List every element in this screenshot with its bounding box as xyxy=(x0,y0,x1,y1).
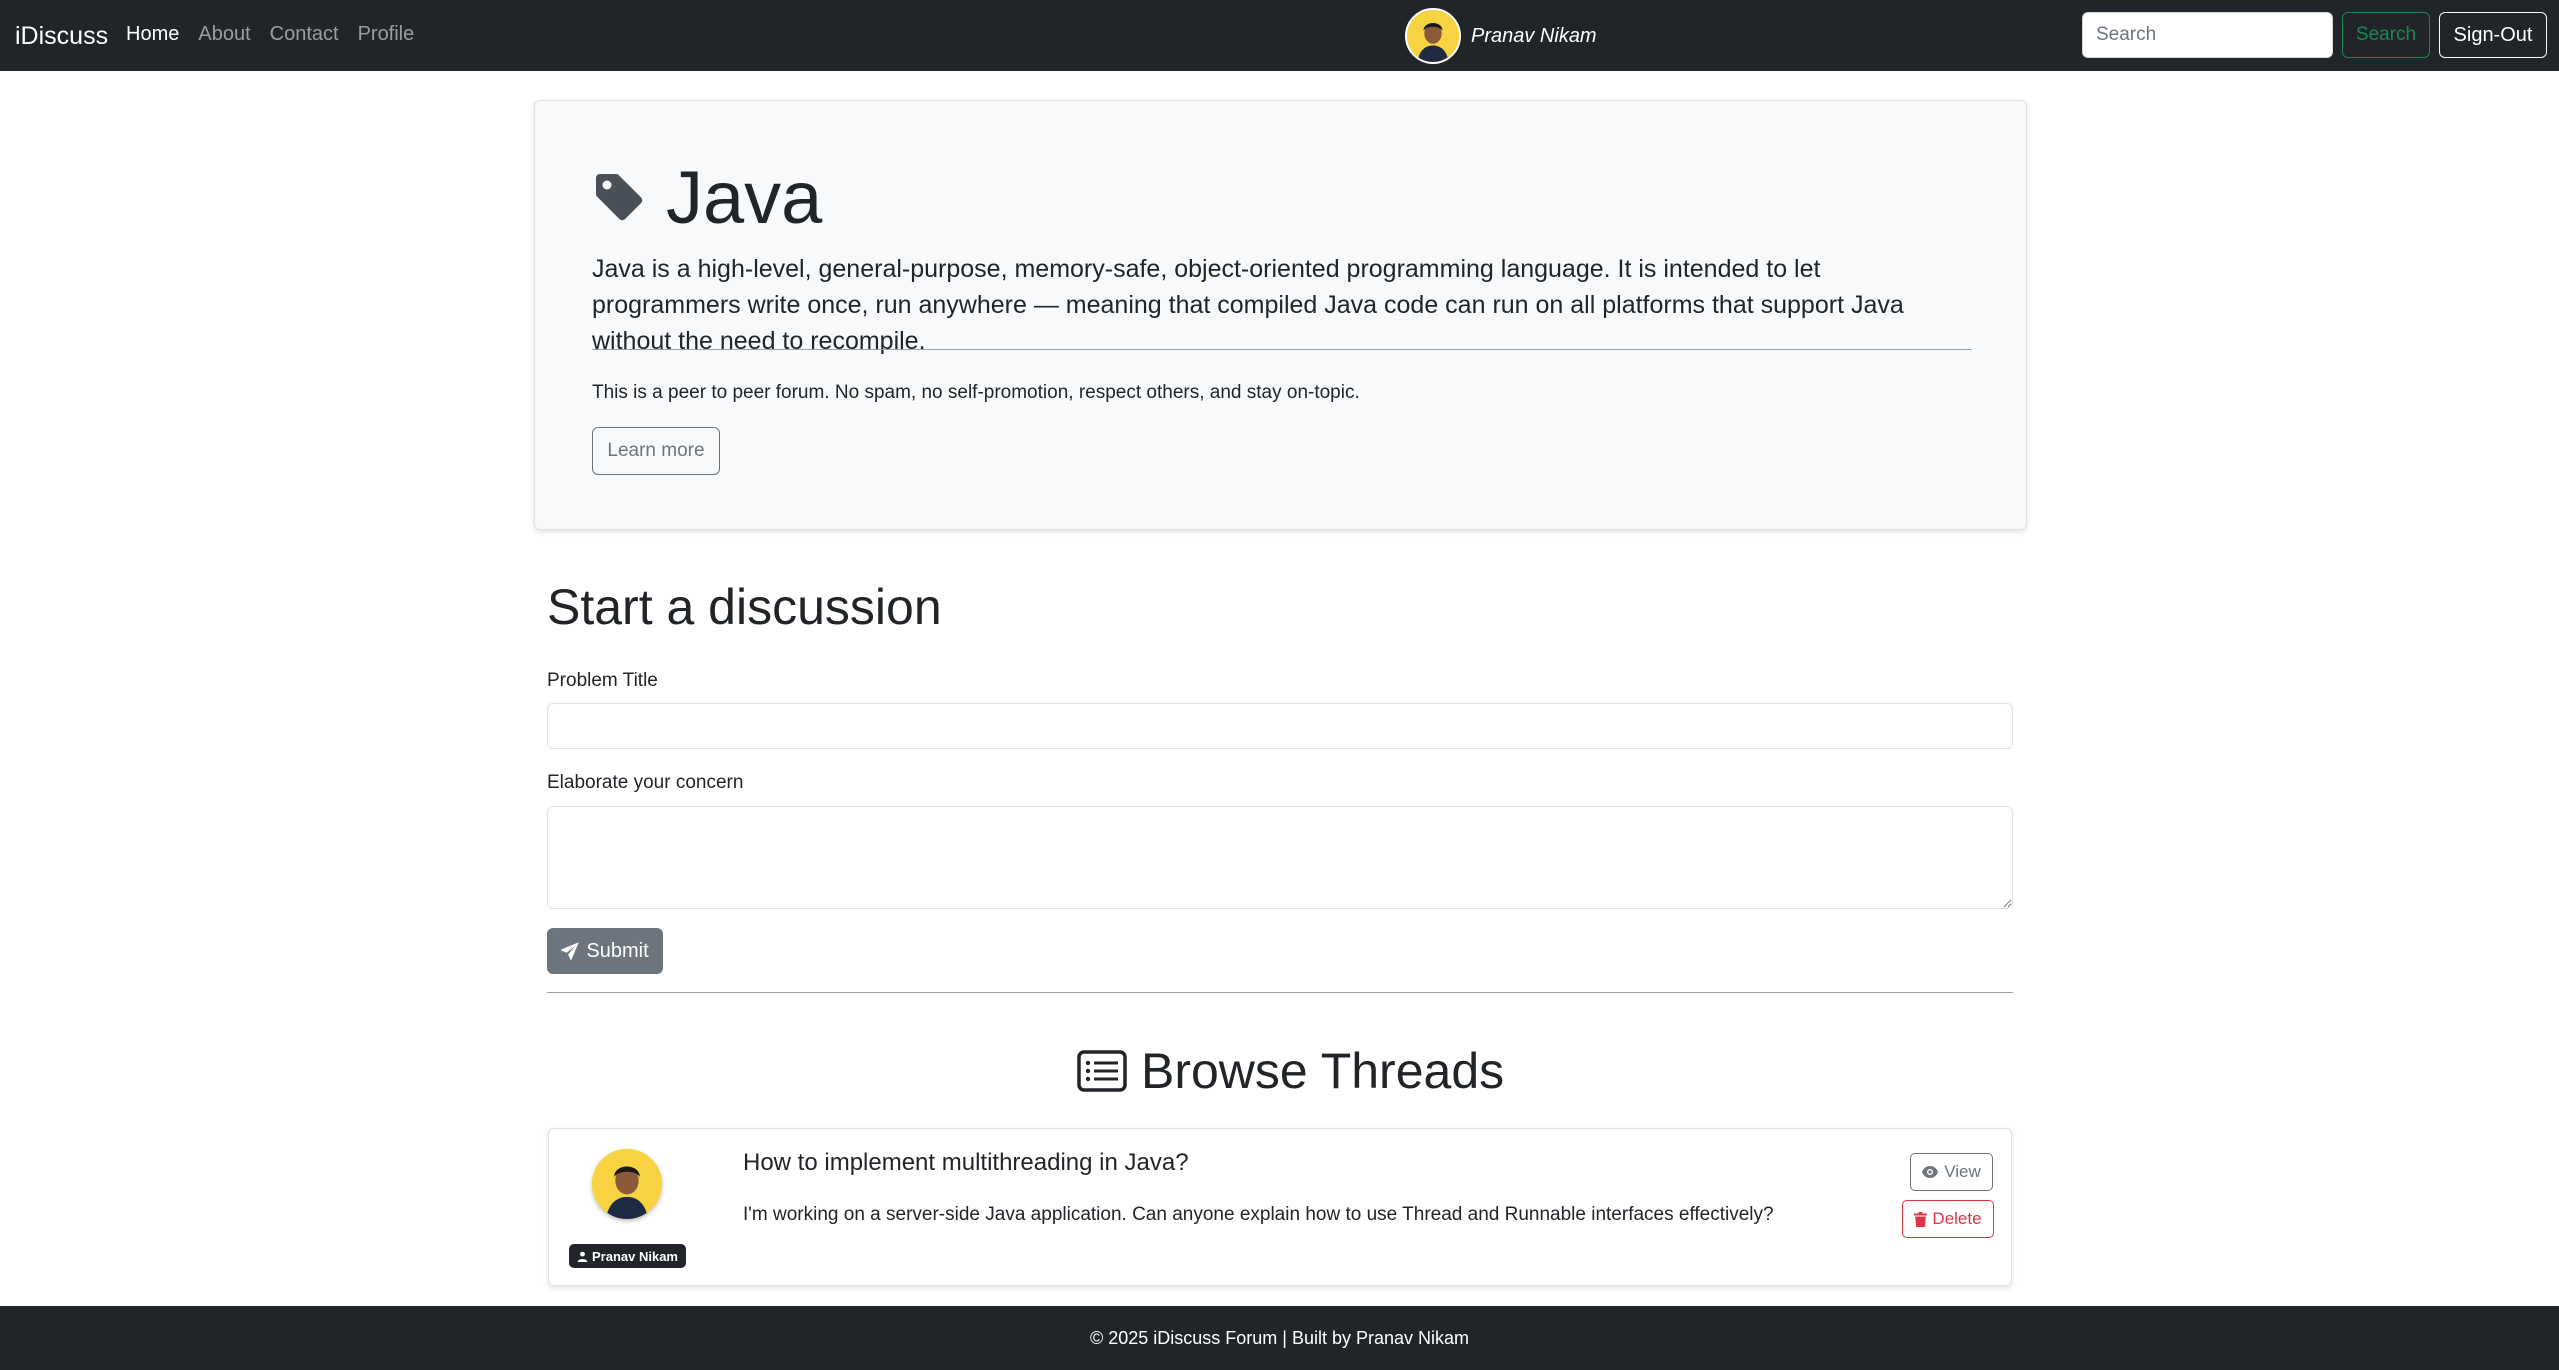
threads-heading-text: Browse Threads xyxy=(1141,1043,1505,1099)
concern-label: Elaborate your concern xyxy=(547,772,744,793)
category-description: Java is a high-level, general-purpose, m… xyxy=(592,255,1904,355)
divider xyxy=(547,992,2013,993)
nav-link-home[interactable]: Home xyxy=(126,23,179,46)
signout-button[interactable]: Sign-Out xyxy=(2439,12,2547,58)
thread-body: I'm working on a server-side Java applic… xyxy=(743,1204,1774,1225)
person-icon xyxy=(577,1251,588,1262)
category-jumbotron: Java Java is a high-level, general-purpo… xyxy=(534,100,2027,530)
footer: © 2025 iDiscuss Forum | Built by Pranav … xyxy=(0,1306,2559,1370)
nav-username: Pranav Nikam xyxy=(1471,24,1597,47)
nav-link-contact[interactable]: Contact xyxy=(270,23,339,46)
eye-icon xyxy=(1922,1166,1939,1178)
brand-logo[interactable]: iDiscuss xyxy=(15,22,108,51)
nav-links: Home About Contact Profile xyxy=(126,23,414,46)
nav-link-profile[interactable]: Profile xyxy=(358,23,415,46)
submit-label: Submit xyxy=(586,939,649,962)
thread-author-avatar-icon xyxy=(592,1149,662,1219)
thread-card: Pranav Nikam How to implement multithrea… xyxy=(548,1128,2012,1286)
problem-title-input[interactable] xyxy=(547,703,2013,749)
thread-author-badge: Pranav Nikam xyxy=(569,1244,686,1268)
paper-plane-icon xyxy=(561,942,580,960)
user-avatar-icon xyxy=(1405,8,1461,64)
submit-button[interactable]: Submit xyxy=(547,928,663,974)
divider xyxy=(592,349,1972,350)
thread-title[interactable]: How to implement multithreading in Java? xyxy=(743,1149,1189,1177)
search-button[interactable]: Search xyxy=(2342,12,2430,58)
thread-author-name: Pranav Nikam xyxy=(592,1248,678,1264)
nav-search-form: Search Sign-Out xyxy=(2082,12,2547,58)
nav-link-about[interactable]: About xyxy=(198,23,250,46)
nav-user: Pranav Nikam xyxy=(1405,8,1597,64)
trash-icon xyxy=(1914,1211,1928,1227)
tag-icon xyxy=(596,174,643,221)
category-title: Java xyxy=(592,161,822,235)
learn-more-button[interactable]: Learn more xyxy=(592,427,720,475)
forum-rules: This is a peer to peer forum. No spam, n… xyxy=(592,382,1360,403)
view-thread-button[interactable]: View xyxy=(1910,1153,1993,1191)
search-input[interactable] xyxy=(2082,12,2333,58)
view-label: View xyxy=(1944,1162,1981,1181)
navbar: iDiscuss Home About Contact Profile Pran… xyxy=(0,0,2559,71)
list-icon xyxy=(1077,1050,1127,1092)
delete-thread-button[interactable]: Delete xyxy=(1902,1200,1994,1238)
problem-title-label: Problem Title xyxy=(547,670,658,691)
concern-textarea[interactable] xyxy=(547,806,2013,909)
category-name: Java xyxy=(666,156,823,239)
form-heading: Start a discussion xyxy=(547,579,942,635)
threads-heading: Browse Threads xyxy=(1077,1042,1504,1100)
delete-label: Delete xyxy=(1932,1209,1982,1228)
footer-text: © 2025 iDiscuss Forum | Built by Pranav … xyxy=(1089,1327,1470,1348)
